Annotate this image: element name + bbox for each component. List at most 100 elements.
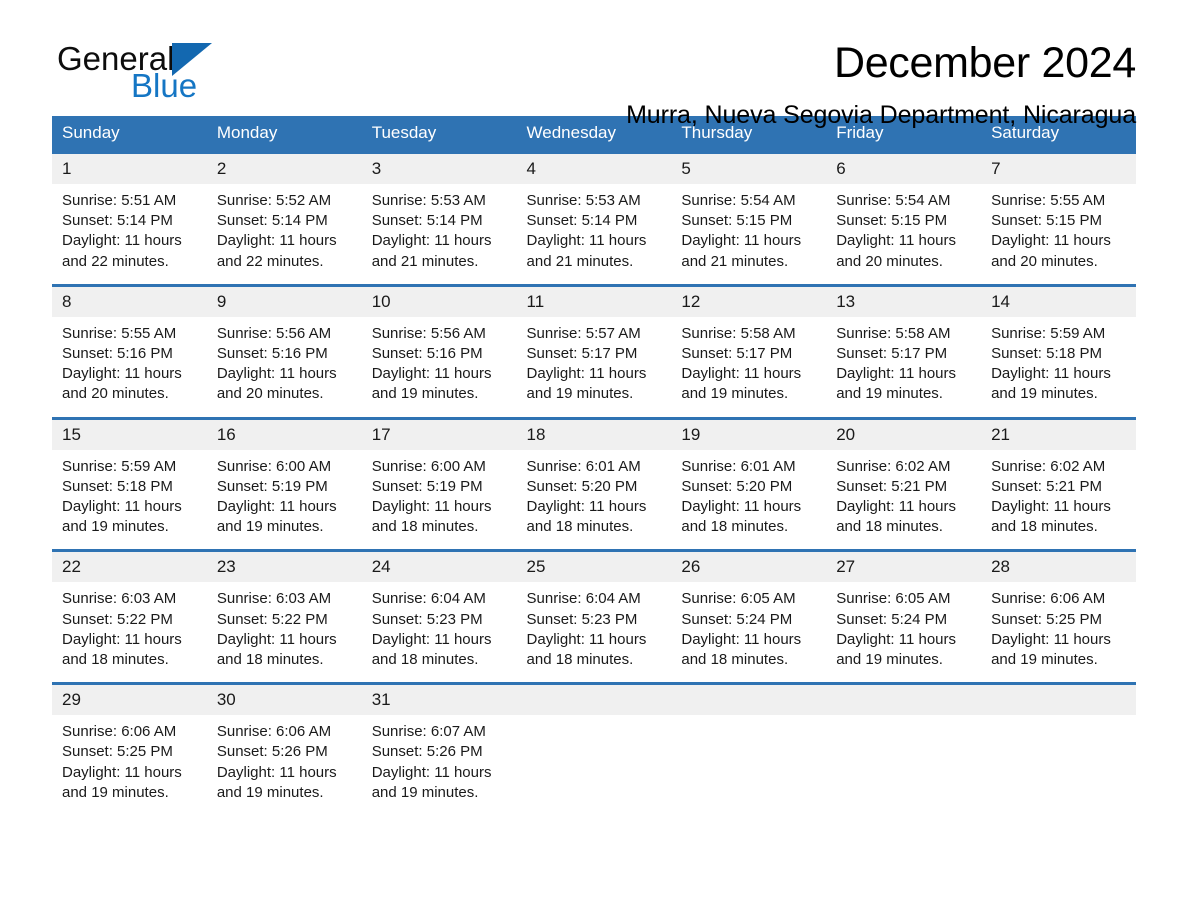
day-cell[interactable]: 26 Sunrise: 6:05 AM Sunset: 5:24 PM Dayl…	[671, 549, 827, 684]
day-number: 3	[361, 154, 517, 184]
day-details: Sunrise: 6:07 AM Sunset: 5:26 PM Dayligh…	[362, 715, 517, 815]
day-cell[interactable]: 14 Sunrise: 5:59 AM Sunset: 5:18 PM Dayl…	[981, 283, 1136, 419]
sunrise-text: Sunrise: 6:06 AM	[62, 723, 177, 741]
day-cell[interactable]: 10 Sunrise: 5:56 AM Sunset: 5:16 PM Dayl…	[361, 283, 517, 419]
day-cell[interactable]: 11 Sunrise: 5:57 AM Sunset: 5:17 PM Dayl…	[516, 283, 672, 419]
daylight-text: Daylight: 11 hours and 19 minutes.	[991, 365, 1111, 403]
daylight-text: Daylight: 11 hours and 18 minutes.	[62, 630, 182, 669]
week-row: 22 Sunrise: 6:03 AM Sunset: 5:22 PM Dayl…	[52, 549, 1136, 684]
day-cell[interactable]: 9 Sunrise: 5:56 AM Sunset: 5:16 PM Dayli…	[206, 283, 362, 419]
day-number: 16	[206, 419, 362, 450]
day-cell[interactable]: 20 Sunrise: 6:02 AM Sunset: 5:21 PM Dayl…	[826, 416, 982, 551]
day-details	[517, 715, 672, 734]
day-cell[interactable]: 17 Sunrise: 6:00 AM Sunset: 5:19 PM Dayl…	[361, 416, 517, 551]
day-cell[interactable]: 7 Sunrise: 5:55 AM Sunset: 5:15 PM Dayli…	[981, 151, 1136, 286]
day-number: 13	[826, 286, 982, 317]
day-details: Sunrise: 5:59 AM Sunset: 5:18 PM Dayligh…	[981, 317, 1136, 417]
day-number: 19	[671, 419, 827, 450]
day-details: Sunrise: 5:56 AM Sunset: 5:16 PM Dayligh…	[207, 317, 362, 417]
day-cell[interactable]: 12 Sunrise: 5:58 AM Sunset: 5:17 PM Dayl…	[671, 283, 827, 419]
day-cell[interactable]: 23 Sunrise: 6:03 AM Sunset: 5:22 PM Dayl…	[206, 549, 362, 684]
day-cell[interactable]: 8 Sunrise: 5:55 AM Sunset: 5:16 PM Dayli…	[52, 283, 207, 419]
day-cell[interactable]: 29 Sunrise: 6:06 AM Sunset: 5:25 PM Dayl…	[52, 682, 207, 816]
daylight-text: Daylight: 11 hours and 18 minutes.	[216, 630, 337, 669]
day-number: 4	[516, 154, 672, 184]
daylight-text: Daylight: 11 hours and 19 minutes.	[991, 630, 1111, 669]
day-details: Sunrise: 5:55 AM Sunset: 5:16 PM Dayligh…	[52, 317, 207, 417]
day-number: 20	[826, 419, 982, 450]
day-cell[interactable]: 5 Sunrise: 5:54 AM Sunset: 5:15 PM Dayli…	[671, 151, 827, 286]
day-cell[interactable]: 2 Sunrise: 5:52 AM Sunset: 5:14 PM Dayli…	[206, 151, 362, 286]
sunset-text: Sunset: 5:17 PM	[681, 345, 793, 363]
day-details: Sunrise: 5:52 AM Sunset: 5:14 PM Dayligh…	[207, 184, 362, 284]
day-cell[interactable]: 15 Sunrise: 5:59 AM Sunset: 5:18 PM Dayl…	[52, 416, 207, 551]
day-number: 25	[516, 552, 672, 583]
sunrise-text: Sunrise: 6:07 AM	[371, 723, 486, 741]
day-number: 17	[361, 419, 517, 450]
day-cell[interactable]: 30 Sunrise: 6:06 AM Sunset: 5:26 PM Dayl…	[206, 682, 362, 816]
day-cell[interactable]: 22 Sunrise: 6:03 AM Sunset: 5:22 PM Dayl…	[52, 549, 207, 684]
daylight-text: Daylight: 11 hours and 20 minutes.	[216, 365, 337, 403]
calendar-body: 1 Sunrise: 5:51 AM Sunset: 5:14 PM Dayli…	[52, 151, 1136, 816]
sunrise-text: Sunrise: 6:01 AM	[526, 457, 641, 475]
sunrise-text: Sunrise: 6:05 AM	[836, 590, 951, 608]
sunrise-text: Sunrise: 6:02 AM	[836, 457, 951, 475]
day-cell[interactable]: 19 Sunrise: 6:01 AM Sunset: 5:20 PM Dayl…	[671, 416, 827, 551]
daylight-text: Daylight: 11 hours and 21 minutes.	[371, 232, 492, 270]
sunset-text: Sunset: 5:18 PM	[991, 345, 1102, 363]
sunset-text: Sunset: 5:14 PM	[216, 212, 328, 230]
sunset-text: Sunset: 5:24 PM	[836, 610, 948, 628]
sunset-text: Sunset: 5:15 PM	[991, 212, 1102, 230]
day-number: 28	[981, 552, 1136, 583]
generalblue-logo[interactable]: General Blue	[57, 42, 287, 114]
sunset-text: Sunset: 5:16 PM	[216, 345, 328, 363]
sunrise-text: Sunrise: 6:05 AM	[681, 590, 796, 608]
daylight-text: Daylight: 11 hours and 19 minutes.	[681, 365, 802, 403]
sunrise-text: Sunrise: 6:06 AM	[216, 723, 332, 741]
day-cell[interactable]: 24 Sunrise: 6:04 AM Sunset: 5:23 PM Dayl…	[361, 549, 517, 684]
sunset-text: Sunset: 5:14 PM	[526, 212, 638, 230]
day-details: Sunrise: 5:58 AM Sunset: 5:17 PM Dayligh…	[826, 317, 981, 417]
day-details: Sunrise: 5:54 AM Sunset: 5:15 PM Dayligh…	[671, 184, 826, 284]
day-number	[981, 685, 1136, 716]
day-number: 27	[826, 552, 982, 583]
day-details: Sunrise: 6:00 AM Sunset: 5:19 PM Dayligh…	[207, 450, 362, 550]
day-cell[interactable]: 13 Sunrise: 5:58 AM Sunset: 5:17 PM Dayl…	[826, 283, 982, 419]
sunset-text: Sunset: 5:22 PM	[62, 610, 173, 628]
day-cell[interactable]: 28 Sunrise: 6:06 AM Sunset: 5:25 PM Dayl…	[981, 549, 1136, 684]
sunrise-text: Sunrise: 5:58 AM	[836, 324, 951, 342]
day-cell[interactable]: 1 Sunrise: 5:51 AM Sunset: 5:14 PM Dayli…	[52, 151, 207, 286]
sunrise-text: Sunrise: 5:55 AM	[991, 192, 1106, 209]
sunrise-text: Sunrise: 5:54 AM	[836, 192, 951, 209]
day-number: 21	[981, 419, 1136, 450]
sunset-text: Sunset: 5:18 PM	[62, 477, 173, 495]
sunrise-text: Sunrise: 5:59 AM	[991, 324, 1106, 342]
day-cell[interactable]: 25 Sunrise: 6:04 AM Sunset: 5:23 PM Dayl…	[516, 549, 672, 684]
day-cell[interactable]: 27 Sunrise: 6:05 AM Sunset: 5:24 PM Dayl…	[826, 549, 982, 684]
day-cell[interactable]: 16 Sunrise: 6:00 AM Sunset: 5:19 PM Dayl…	[206, 416, 362, 551]
sunrise-text: Sunrise: 5:59 AM	[62, 457, 177, 475]
day-number	[516, 685, 672, 716]
sunrise-text: Sunrise: 6:01 AM	[681, 457, 796, 475]
daylight-text: Daylight: 11 hours and 18 minutes.	[526, 498, 647, 536]
day-cell[interactable]: 18 Sunrise: 6:01 AM Sunset: 5:20 PM Dayl…	[516, 416, 672, 551]
sunset-text: Sunset: 5:16 PM	[62, 345, 173, 363]
day-number: 22	[52, 552, 207, 583]
daylight-text: Daylight: 11 hours and 18 minutes.	[371, 630, 492, 669]
daylight-text: Daylight: 11 hours and 19 minutes.	[836, 365, 957, 403]
day-details: Sunrise: 6:02 AM Sunset: 5:21 PM Dayligh…	[981, 450, 1136, 550]
day-details	[981, 715, 1136, 734]
daylight-text: Daylight: 11 hours and 19 minutes.	[62, 763, 182, 801]
day-cell[interactable]: 4 Sunrise: 5:53 AM Sunset: 5:14 PM Dayli…	[516, 151, 672, 286]
day-cell[interactable]: 3 Sunrise: 5:53 AM Sunset: 5:14 PM Dayli…	[361, 151, 517, 286]
day-cell[interactable]: 6 Sunrise: 5:54 AM Sunset: 5:15 PM Dayli…	[826, 151, 982, 286]
sunset-text: Sunset: 5:24 PM	[681, 610, 793, 628]
day-number: 26	[671, 552, 827, 583]
sunset-text: Sunset: 5:21 PM	[836, 477, 948, 495]
sunset-text: Sunset: 5:26 PM	[216, 743, 328, 761]
sunset-text: Sunset: 5:22 PM	[216, 610, 328, 628]
daylight-text: Daylight: 11 hours and 18 minutes.	[991, 498, 1111, 536]
day-cell[interactable]: 31 Sunrise: 6:07 AM Sunset: 5:26 PM Dayl…	[361, 682, 517, 816]
day-cell[interactable]: 21 Sunrise: 6:02 AM Sunset: 5:21 PM Dayl…	[981, 416, 1136, 551]
daylight-text: Daylight: 11 hours and 20 minutes.	[62, 365, 182, 403]
